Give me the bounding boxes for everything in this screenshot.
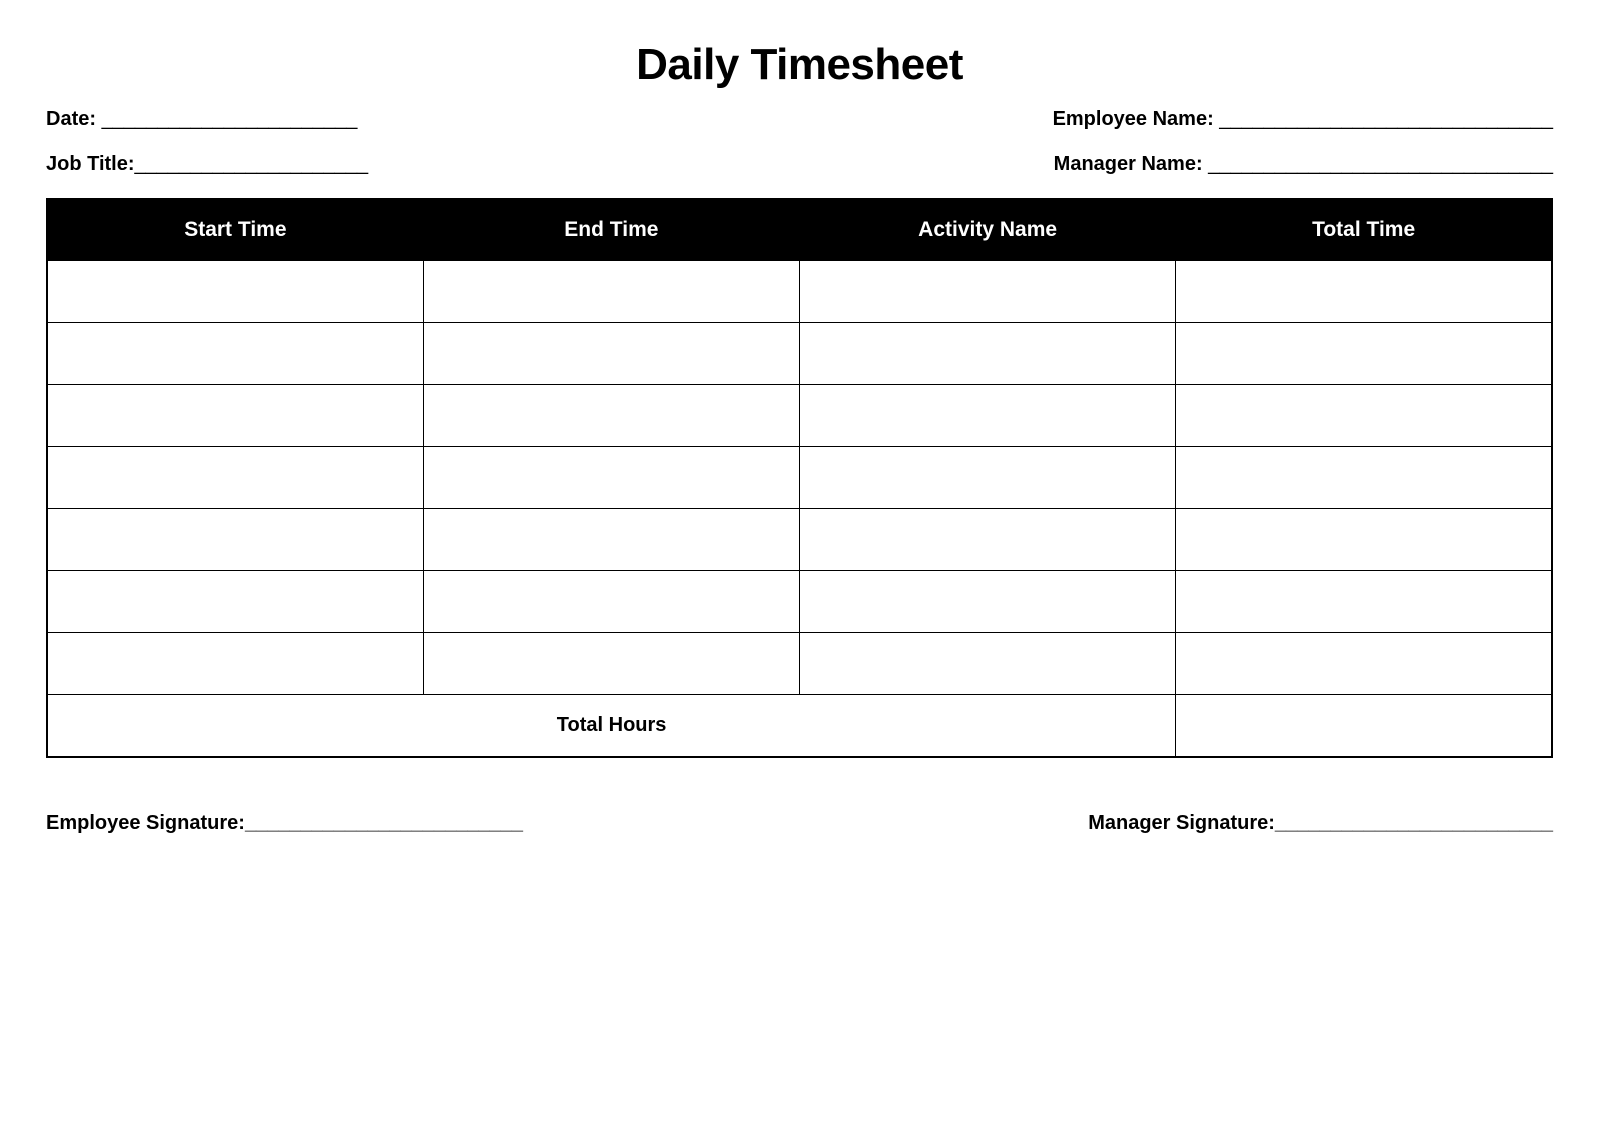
table-cell: [1176, 323, 1552, 385]
date-line: _______________________: [102, 108, 358, 130]
timesheet-table: Start Time End Time Activity Name Total …: [46, 198, 1553, 758]
table-cell: [423, 447, 799, 509]
table-cell: [1176, 509, 1552, 571]
table-row: [47, 447, 1552, 509]
table-cell: [423, 633, 799, 695]
table-cell: [47, 509, 423, 571]
table-cell: [1176, 447, 1552, 509]
job-title-line: _____________________: [135, 153, 369, 175]
header-end-time: End Time: [423, 199, 799, 261]
total-row: Total Hours: [47, 695, 1552, 757]
table-cell: [800, 509, 1176, 571]
table-cell: [47, 633, 423, 695]
table-cell: [47, 385, 423, 447]
info-row-2: Job Title:_____________________ Manager …: [46, 153, 1553, 176]
page-title: Daily Timesheet: [46, 40, 1553, 90]
table-cell: [800, 447, 1176, 509]
table-cell: [800, 261, 1176, 323]
manager-name-line: _______________________________: [1208, 153, 1553, 175]
employee-signature-field: Employee Signature:_____________________…: [46, 812, 523, 835]
table-cell: [800, 571, 1176, 633]
table-row: [47, 385, 1552, 447]
date-field: Date: _______________________: [46, 108, 357, 131]
table-row: [47, 571, 1552, 633]
table-cell: [800, 633, 1176, 695]
table-cell: [800, 323, 1176, 385]
table-cell: [423, 571, 799, 633]
table-cell: [1176, 385, 1552, 447]
table-cell: [1176, 571, 1552, 633]
table-cell: [47, 261, 423, 323]
employee-signature-line: _________________________: [245, 812, 523, 834]
signature-row: Employee Signature:_____________________…: [46, 812, 1553, 835]
header-activity: Activity Name: [800, 199, 1176, 261]
table-cell: [423, 261, 799, 323]
table-cell: [47, 571, 423, 633]
manager-signature-field: Manager Signature:______________________…: [1088, 812, 1553, 835]
table-cell: [423, 385, 799, 447]
header-total-time: Total Time: [1176, 199, 1552, 261]
header-start-time: Start Time: [47, 199, 423, 261]
employee-signature-label: Employee Signature:: [46, 812, 245, 834]
total-hours-label: Total Hours: [47, 695, 1176, 757]
total-hours-value: [1176, 695, 1552, 757]
table-cell: [423, 323, 799, 385]
table-cell: [1176, 633, 1552, 695]
table-cell: [47, 323, 423, 385]
job-title-field: Job Title:_____________________: [46, 153, 368, 176]
header-row: Start Time End Time Activity Name Total …: [47, 199, 1552, 261]
manager-name-label: Manager Name:: [1054, 153, 1209, 175]
table-cell: [1176, 261, 1552, 323]
employee-name-field: Employee Name: _________________________…: [1053, 108, 1553, 131]
table-row: [47, 633, 1552, 695]
table-row: [47, 509, 1552, 571]
info-row-1: Date: _______________________ Employee N…: [46, 108, 1553, 131]
job-title-label: Job Title:: [46, 153, 135, 175]
employee-name-label: Employee Name:: [1053, 108, 1220, 130]
table-cell: [423, 509, 799, 571]
table-cell: [47, 447, 423, 509]
date-label: Date:: [46, 108, 102, 130]
manager-signature-label: Manager Signature:: [1088, 812, 1275, 834]
manager-signature-line: _________________________: [1275, 812, 1553, 834]
table-cell: [800, 385, 1176, 447]
table-row: [47, 323, 1552, 385]
manager-name-field: Manager Name: __________________________…: [1054, 153, 1553, 176]
table-row: [47, 261, 1552, 323]
employee-name-line: ______________________________: [1219, 108, 1553, 130]
